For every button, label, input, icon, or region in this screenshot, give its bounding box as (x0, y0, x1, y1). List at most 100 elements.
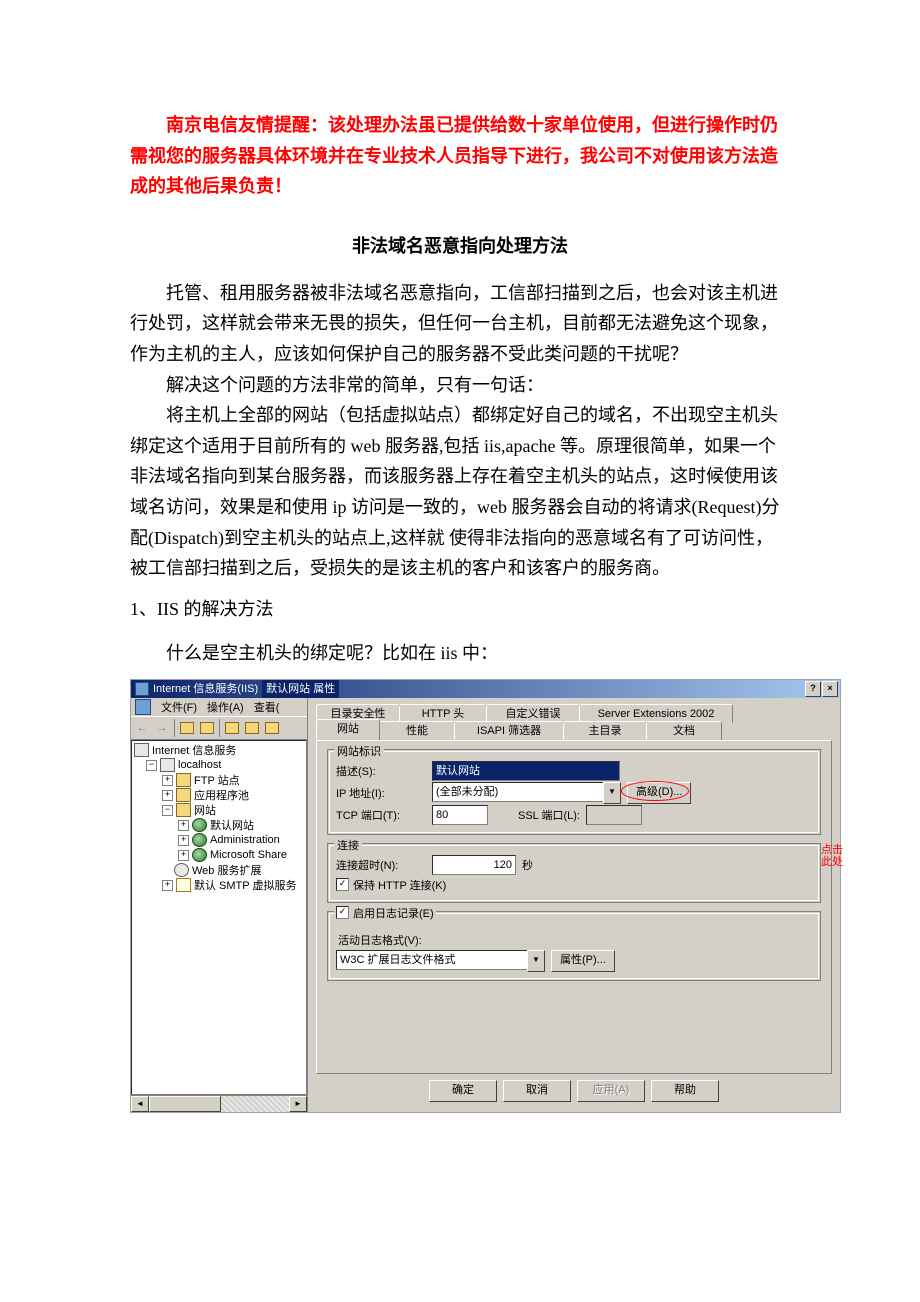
tab-performance[interactable]: 性能 (379, 721, 455, 740)
menu-view[interactable]: 查看( (254, 699, 280, 715)
tree-label: Internet 信息服务 (152, 742, 236, 758)
scroll-right-button[interactable]: ► (289, 1096, 307, 1112)
tree-admin[interactable]: + Administration (134, 833, 306, 848)
tree-label: 默认 SMTP 虚拟服务 (194, 877, 296, 893)
computer-icon (134, 743, 149, 757)
tree-label: localhost (178, 759, 221, 771)
mmc-left-pane: 文件(F) 操作(A) 查看( ← → (131, 698, 308, 1112)
expand-toggle[interactable]: + (162, 880, 173, 891)
separator (219, 719, 220, 737)
help-button[interactable]: 帮助 (651, 1080, 719, 1102)
tree-root[interactable]: Internet 信息服务 (134, 743, 306, 758)
tree-label: Microsoft Share (210, 849, 287, 861)
log-properties-button[interactable]: 属性(P)... (551, 950, 615, 972)
folder-icon (176, 803, 191, 817)
properties-button[interactable] (223, 719, 241, 737)
label-ip: IP 地址(I): (336, 785, 426, 801)
tab-documents[interactable]: 文档 (646, 721, 722, 740)
checkbox-keepalive[interactable]: ✓ 保持 HTTP 连接(K) (336, 876, 812, 894)
dropdown-button[interactable]: ▼ (527, 950, 545, 972)
globe-icon (192, 833, 207, 847)
back-button[interactable]: ← (133, 719, 151, 737)
tree-mss[interactable]: + Microsoft Share (134, 848, 306, 863)
collapse-toggle[interactable]: − (162, 805, 173, 816)
input-tcp-port[interactable]: 80 (432, 805, 488, 825)
checkbox-icon: ✓ (336, 906, 349, 919)
expand-toggle[interactable]: + (162, 775, 173, 786)
label-ssl-port: SSL 端口(L): (518, 807, 580, 823)
label-description: 描述(S): (336, 763, 426, 779)
tab-home-dir[interactable]: 主目录 (563, 721, 647, 740)
row-ip: IP 地址(I): (全部未分配) ▼ 高级(D)... (336, 782, 812, 804)
horizontal-scrollbar[interactable]: ◄ ► (131, 1095, 307, 1112)
title-left-segment: Internet 信息服务(IIS) (131, 680, 262, 698)
menu-action[interactable]: 操作(A) (207, 699, 244, 715)
separator (174, 719, 175, 737)
combo-ip[interactable]: (全部未分配) ▼ (432, 782, 621, 804)
export-button[interactable] (263, 719, 281, 737)
scroll-track[interactable] (221, 1096, 289, 1112)
mmc-icon (135, 699, 151, 715)
menu-file[interactable]: 文件(F) (161, 699, 197, 715)
tree-smtp[interactable]: + 默认 SMTP 虚拟服务 (134, 878, 306, 893)
tree-host[interactable]: − localhost (134, 758, 306, 773)
row-description: 描述(S): 默认网站 (336, 760, 812, 782)
expand-toggle[interactable]: + (178, 820, 189, 831)
combo-log-value[interactable]: W3C 扩展日志文件格式 (336, 950, 527, 970)
tree-apppool[interactable]: + 应用程序池 (134, 788, 306, 803)
close-button[interactable]: × (822, 681, 838, 697)
up-folder-button[interactable] (178, 719, 196, 737)
globe-icon (192, 848, 207, 862)
input-description[interactable]: 默认网站 (432, 761, 620, 781)
refresh-button[interactable] (243, 719, 261, 737)
ok-button[interactable]: 确定 (429, 1080, 497, 1102)
iis-screenshot: Internet 信息服务(IIS) 默认网站 属性 ? × 文件(F) 操作(… (130, 679, 841, 1113)
label-timeout: 连接超时(N): (336, 857, 426, 873)
app-icon (135, 682, 149, 696)
tab-website[interactable]: 网站 (316, 719, 380, 740)
tree-ftp[interactable]: + FTP 站点 (134, 773, 306, 788)
apply-button[interactable]: 应用(A) (577, 1080, 645, 1102)
show-hide-button[interactable] (198, 719, 216, 737)
tree-view[interactable]: Internet 信息服务 − localhost + FTP 站点 + (131, 740, 307, 1095)
expand-toggle[interactable]: + (162, 790, 173, 801)
tab-strip: 目录安全性 HTTP 头 自定义错误 Server Extensions 200… (316, 704, 832, 740)
folder-icon (176, 773, 191, 787)
paragraph-3: 将主机上全部的网站（包括虚拟站点）都绑定好自己的域名，不出现空主机头绑定这个适用… (130, 400, 790, 584)
row-port: TCP 端口(T): 80 SSL 端口(L): (336, 804, 812, 826)
title-right-segment: 默认网站 属性 (262, 680, 339, 698)
paragraph-1: 托管、租用服务器被非法域名恶意指向，工信部扫描到之后，也会对该主机进行处罚，这样… (130, 278, 790, 370)
title-right-text: 默认网站 属性 (266, 680, 335, 698)
expand-toggle[interactable]: + (178, 850, 189, 861)
tool-bar: ← → (131, 716, 307, 740)
connection-group: 连接 连接超时(N): 120 秒 ✓ 保持 HTTP 连接(K) (327, 843, 821, 903)
logging-group: ✓ 启用日志记录(E) 活动日志格式(V): W3C 扩展日志文件格式 ▼ 属性… (327, 911, 821, 981)
gear-icon (174, 863, 189, 877)
checkbox-logging[interactable]: ✓ 启用日志记录(E) (334, 904, 436, 922)
advanced-button[interactable]: 高级(D)... (627, 782, 691, 804)
forward-button[interactable]: → (153, 719, 171, 737)
tree-default-web[interactable]: + 默认网站 (134, 818, 306, 833)
tree-ext[interactable]: Web 服务扩展 (134, 863, 306, 878)
tree-web[interactable]: − 网站 (134, 803, 306, 818)
row-log-format: W3C 扩展日志文件格式 ▼ 属性(P)... (336, 950, 812, 972)
menu-bar: 文件(F) 操作(A) 查看( (131, 698, 307, 716)
site-id-group: 网站标识 描述(S): 默认网站 IP 地址(I): (全部未分配) ▼ (327, 749, 821, 835)
tab-panel: 点击 此处 网站标识 描述(S): 默认网站 IP 地址(I): (全部未分配) (316, 740, 832, 1074)
cancel-button[interactable]: 取消 (503, 1080, 571, 1102)
dropdown-button[interactable]: ▼ (603, 782, 621, 804)
combo-log-format[interactable]: W3C 扩展日志文件格式 ▼ (336, 950, 545, 972)
combo-ip-value[interactable]: (全部未分配) (432, 782, 603, 802)
expand-toggle[interactable]: + (178, 835, 189, 846)
title-buttons: ? × (803, 680, 840, 698)
input-timeout[interactable]: 120 (432, 855, 516, 875)
tab-isapi[interactable]: ISAPI 筛选器 (454, 721, 564, 740)
scroll-thumb[interactable] (149, 1096, 221, 1112)
mail-icon (176, 878, 191, 892)
input-ssl-port[interactable] (586, 805, 642, 825)
help-button[interactable]: ? (805, 681, 821, 697)
tree-label: 网站 (194, 802, 216, 818)
scroll-left-button[interactable]: ◄ (131, 1096, 149, 1112)
document-page: 南京电信友情提醒：该处理办法虽已提供给数十家单位使用，但进行操作时仍需视您的服务… (0, 0, 920, 1153)
collapse-toggle[interactable]: − (146, 760, 157, 771)
